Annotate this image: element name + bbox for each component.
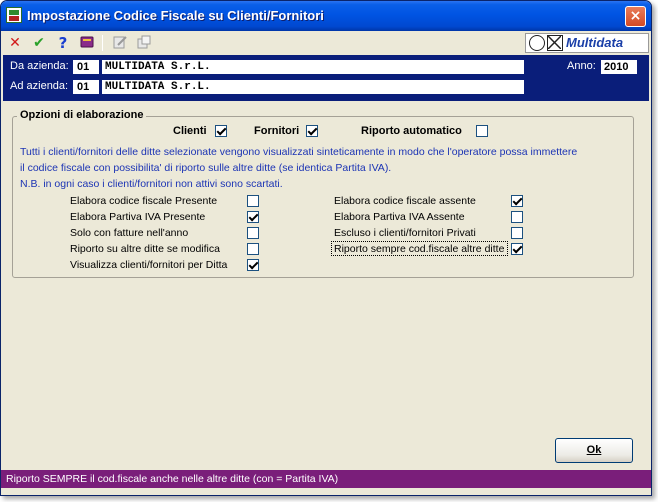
opt-label-escluso-privati: Escluso i clienti/fornitori Privati	[334, 227, 476, 239]
opt-checkbox-cf-presente[interactable]	[247, 195, 259, 207]
confirm-icon[interactable]: ✔	[30, 34, 48, 52]
info-line-3: N.B. in ogni caso i clienti/fornitori no…	[20, 178, 283, 190]
ad-azienda-name-field[interactable]: MULTIDATA S.r.L.	[102, 80, 524, 94]
clienti-checkbox[interactable]	[215, 125, 227, 137]
opt-checkbox-riporto-modifica[interactable]	[247, 243, 259, 255]
title-bar[interactable]: Impostazione Codice Fiscale su Clienti/F…	[1, 1, 651, 31]
opt-label-visualizza-ditta: Visualizza clienti/fornitori per Ditta	[70, 259, 228, 271]
help-icon[interactable]: ?	[54, 34, 72, 52]
ok-button[interactable]: Ok	[555, 438, 633, 463]
status-bar: Riporto SEMPRE il cod.fiscale anche nell…	[1, 470, 651, 488]
circle-icon	[529, 35, 545, 51]
opt-label-riporto-modifica: Riporto su altre ditte se modifica	[70, 243, 220, 255]
edit-icon[interactable]	[111, 34, 129, 52]
cross-box-icon	[547, 35, 563, 51]
info-line-2: il codice fiscale con possibilita' di ri…	[20, 162, 392, 174]
opt-label-cf-assente: Elabora codice fiscale assente	[334, 195, 476, 207]
company-header: Da azienda: 01 MULTIDATA S.r.L. Ad azien…	[3, 55, 649, 101]
opt-label-cf-presente: Elabora codice fiscale Presente	[70, 195, 218, 207]
clienti-label: Clienti	[173, 125, 207, 137]
main-window: Impostazione Codice Fiscale su Clienti/F…	[0, 0, 652, 496]
fornitori-label: Fornitori	[254, 125, 300, 137]
opt-label-iva-assente: Elabora Partiva IVA Assente	[334, 211, 465, 223]
book-icon[interactable]	[78, 34, 96, 52]
ad-azienda-label: Ad azienda:	[10, 80, 69, 92]
toolbar: ✕ ✔ ? Multidata	[1, 31, 651, 55]
anno-field[interactable]: 2010	[601, 60, 637, 74]
da-azienda-label: Da azienda:	[10, 60, 69, 72]
info-line-1: Tutti i clienti/fornitori delle ditte se…	[20, 146, 578, 158]
opt-label-fatture-anno: Solo con fatture nell'anno	[70, 227, 189, 239]
cancel-icon[interactable]: ✕	[6, 34, 24, 52]
opt-checkbox-cf-assente[interactable]	[511, 195, 523, 207]
options-legend: Opzioni di elaborazione	[17, 109, 147, 121]
da-azienda-code-field[interactable]: 01	[73, 60, 99, 74]
opt-checkbox-escluso-privati[interactable]	[511, 227, 523, 239]
opt-checkbox-riporto-sempre[interactable]	[511, 243, 523, 255]
anno-label: Anno:	[567, 60, 596, 72]
opt-label-riporto-sempre: Riporto sempre cod.fiscale altre ditte	[334, 243, 505, 255]
brand-name: Multidata	[566, 35, 624, 50]
da-azienda-name-field[interactable]: MULTIDATA S.r.L.	[102, 60, 524, 74]
riporto-automatico-checkbox[interactable]	[476, 125, 488, 137]
window-title: Impostazione Codice Fiscale su Clienti/F…	[27, 8, 324, 23]
ad-azienda-code-field[interactable]: 01	[73, 80, 99, 94]
opt-checkbox-iva-presente[interactable]	[247, 211, 259, 223]
riporto-automatico-label: Riporto automatico	[361, 125, 462, 137]
opt-label-iva-presente: Elabora Partiva IVA Presente	[70, 211, 206, 223]
app-icon[interactable]	[6, 7, 22, 23]
opt-checkbox-iva-assente[interactable]	[511, 211, 523, 223]
close-button[interactable]: ×	[625, 6, 646, 27]
opt-checkbox-fatture-anno[interactable]	[247, 227, 259, 239]
copy-icon[interactable]	[135, 34, 153, 52]
brand-logo: Multidata	[525, 33, 649, 53]
toolbar-separator	[102, 35, 103, 51]
opt-checkbox-visualizza-ditta[interactable]	[247, 259, 259, 271]
fornitori-checkbox[interactable]	[306, 125, 318, 137]
